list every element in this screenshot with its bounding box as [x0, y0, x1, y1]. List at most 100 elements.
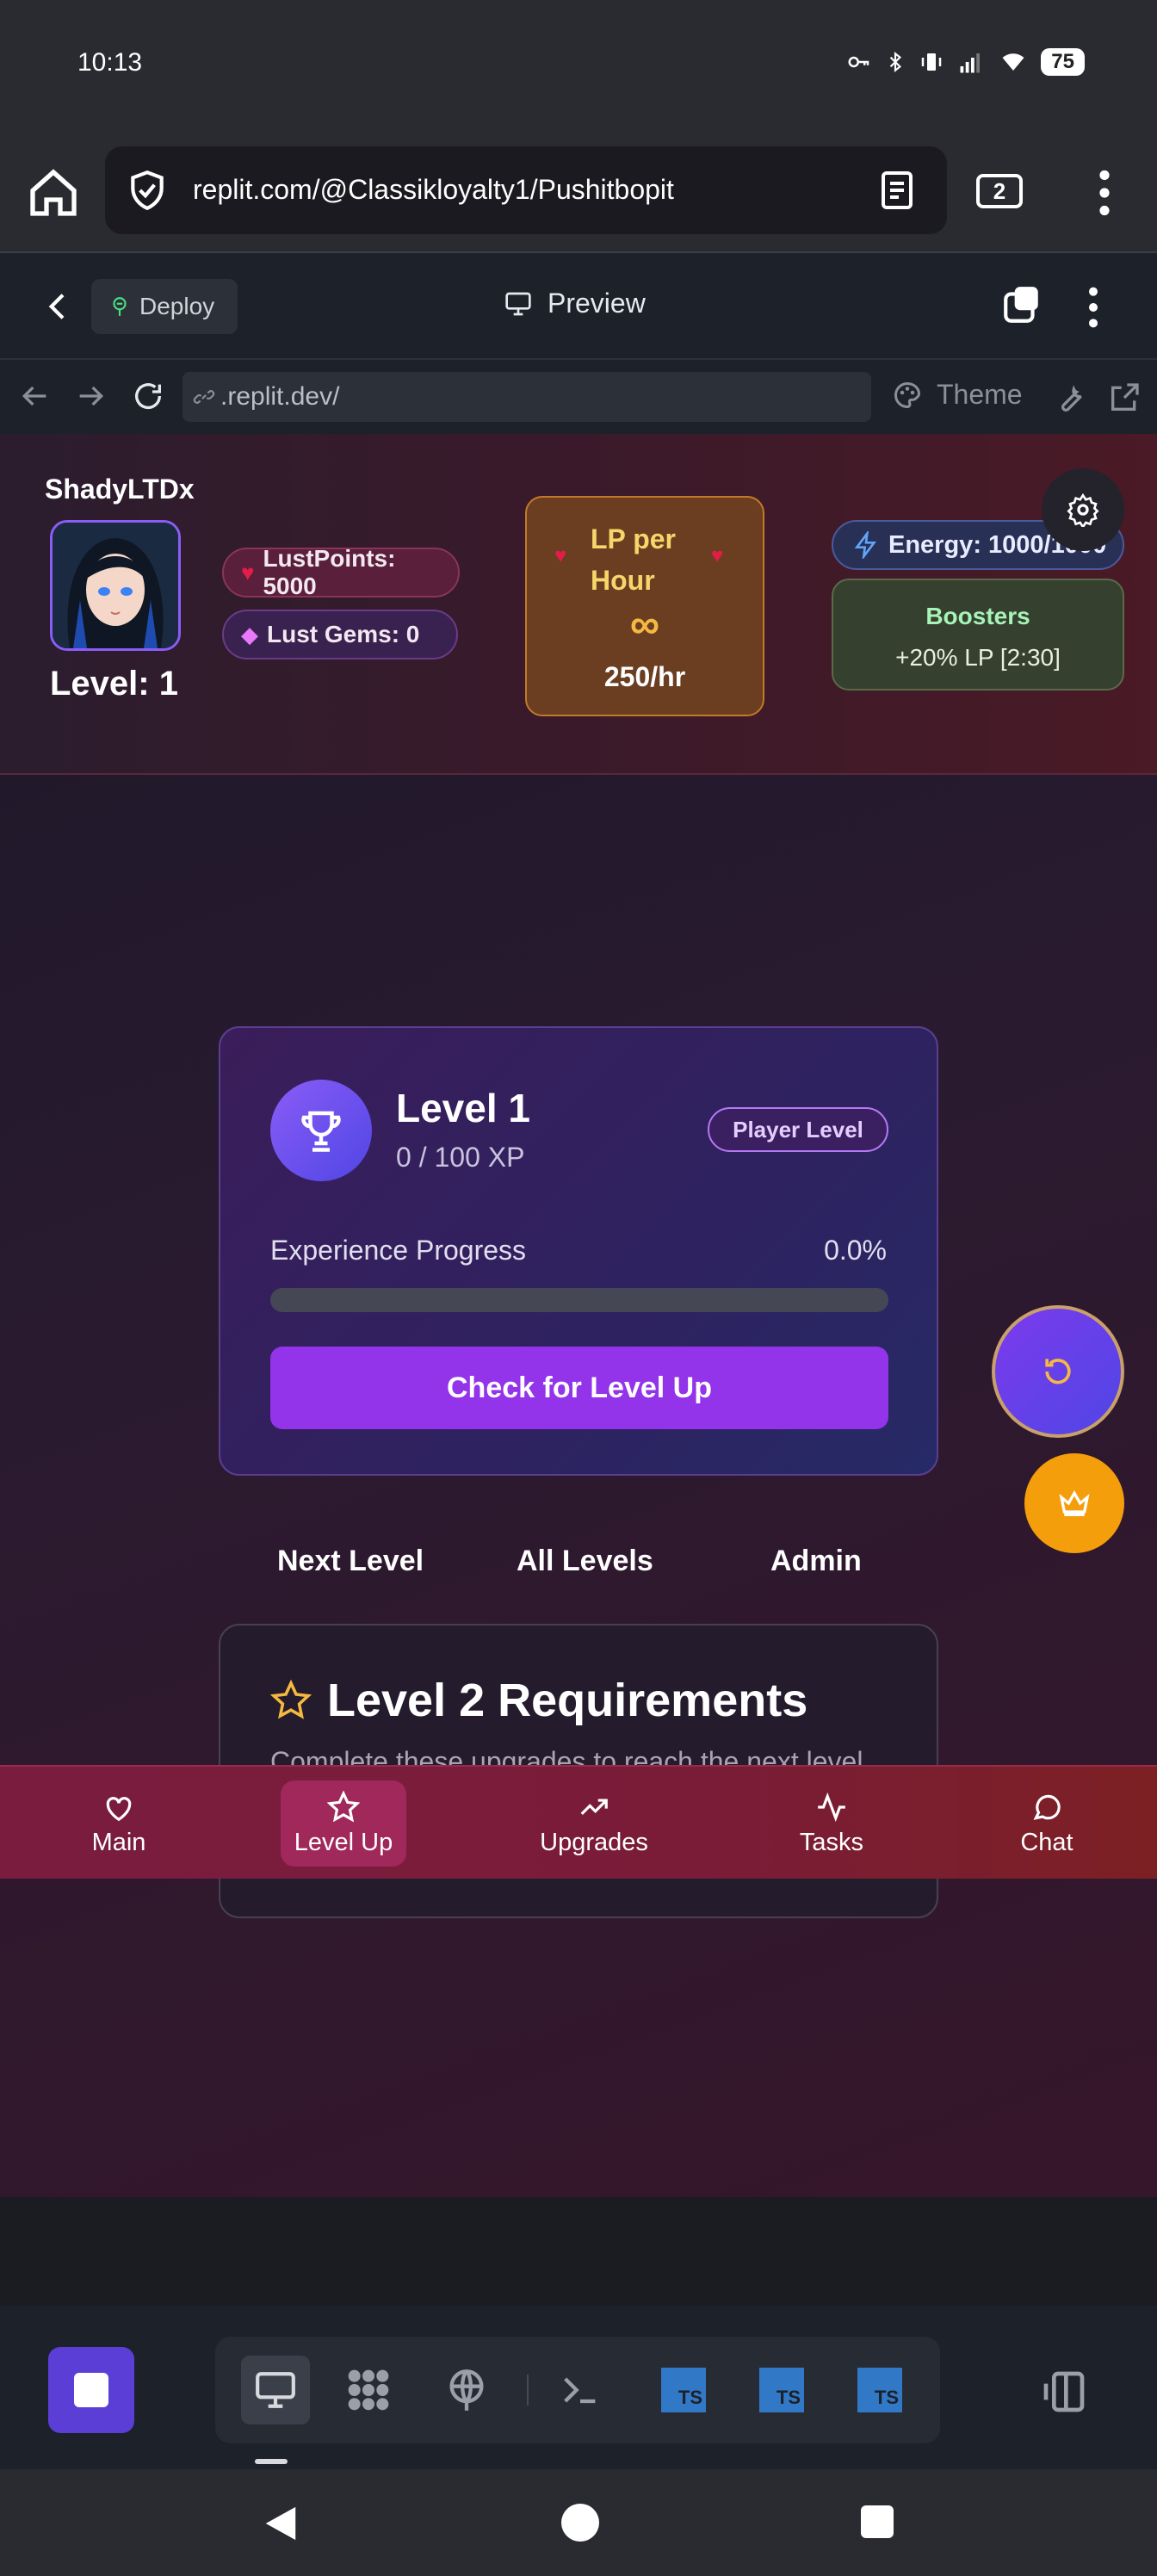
infinity-symbol: ∞	[629, 602, 660, 647]
forward-arrow-icon[interactable]	[74, 379, 108, 413]
recents-square-icon[interactable]	[861, 2505, 894, 2538]
status-time: 10:13	[77, 48, 143, 77]
dock-separator	[527, 2375, 529, 2406]
nav-label: Level Up	[294, 1828, 393, 1856]
tab-switcher-button[interactable]: 2	[976, 174, 1023, 208]
nav-tasks[interactable]: Tasks	[789, 1780, 875, 1867]
chevron-left-icon[interactable]	[41, 288, 76, 325]
webview-tool[interactable]	[241, 2356, 310, 2424]
shield-check-icon[interactable]	[126, 169, 169, 212]
url-text[interactable]: replit.com/@Classikloyalty1/Pushitbopit	[193, 174, 674, 206]
monitor-icon	[256, 2372, 295, 2408]
typescript-icon: TS	[661, 2368, 706, 2412]
nav-main[interactable]: Main	[74, 1780, 164, 1867]
apps-tool[interactable]	[341, 2362, 396, 2418]
bottom-navigation: Main Level Up Upgrades Tasks Chat	[0, 1765, 1157, 1879]
theme-button[interactable]: Theme	[892, 379, 1023, 411]
home-circle-icon[interactable]	[561, 2504, 599, 2542]
nav-chat[interactable]: Chat	[1004, 1780, 1090, 1867]
globe-icon	[449, 2369, 484, 2411]
heart-icon: ♥	[554, 544, 567, 567]
lp-per-hour-title: LP per Hour	[591, 523, 676, 596]
bluetooth-icon	[890, 51, 902, 73]
external-link-icon[interactable]	[1107, 381, 1142, 415]
settings-button[interactable]	[1042, 468, 1124, 551]
tab-admin[interactable]: Admin	[770, 1545, 862, 1578]
experience-progress-bar	[270, 1288, 888, 1312]
trophy-icon	[301, 1111, 341, 1152]
lp-per-hour-card: ♥ LP per Hour ♥ ∞ 250/hr	[525, 496, 764, 716]
nav-level-up[interactable]: Level Up	[281, 1780, 406, 1867]
deployments-tool[interactable]	[439, 2362, 494, 2418]
preview-label: Preview	[548, 288, 646, 319]
wrench-icon[interactable]	[1054, 381, 1088, 415]
back-arrow-icon[interactable]	[17, 379, 52, 413]
heart-gem-icon: ♥	[241, 559, 255, 585]
ts-file-tool[interactable]: TS	[754, 2362, 809, 2418]
side-panel-icon[interactable]	[1040, 2368, 1088, 2416]
panes-icon[interactable]	[1000, 282, 1043, 327]
lp-rate: 250/hr	[603, 661, 686, 692]
reader-mode-icon[interactable]	[876, 169, 918, 212]
replit-dock: TS TS TS	[0, 2306, 1157, 2469]
ts-file-tool[interactable]: TS	[656, 2362, 711, 2418]
refresh-button[interactable]	[992, 1305, 1124, 1438]
star-icon	[327, 1790, 360, 1822]
ts-file-tool[interactable]: TS	[852, 2362, 907, 2418]
tab-next-level[interactable]: Next Level	[277, 1545, 424, 1578]
activity-icon	[818, 1792, 845, 1822]
preview-address-text[interactable]: .replit.dev/	[220, 382, 339, 412]
check-level-up-button[interactable]: Check for Level Up	[270, 1347, 888, 1429]
vibrate-icon	[922, 53, 942, 71]
player-level-label: Level: 1	[50, 665, 178, 703]
username: ShadyLTDx	[45, 474, 195, 505]
replit-menu-icon[interactable]	[1085, 286, 1102, 329]
player-level-badge: Player Level	[708, 1107, 888, 1152]
heart-icon	[106, 1796, 132, 1821]
requirements-title: Level 2 Requirements	[327, 1675, 808, 1726]
terminal-icon	[564, 2377, 596, 2404]
nav-upgrades[interactable]: Upgrades	[534, 1780, 654, 1867]
tab-all-levels[interactable]: All Levels	[517, 1545, 653, 1578]
preview-address-bar[interactable]: .replit.dev/	[183, 372, 871, 422]
player-header: ShadyLTDx Level: 1 ♥ LustPoints: 5000 ◆ …	[0, 434, 1157, 775]
gear-icon	[1067, 492, 1099, 527]
lust-points-text: LustPoints: 5000	[263, 545, 396, 599]
chat-icon	[1033, 1794, 1061, 1820]
browser-menu-icon[interactable]	[1092, 169, 1117, 217]
replit-header: Deploy Preview	[0, 253, 1157, 360]
browser-toolbar: replit.com/@Classikloyalty1/Pushitbopit …	[0, 129, 1157, 253]
preview-navbar: .replit.dev/ Theme	[0, 360, 1157, 434]
level-card: Level 1 0 / 100 XP Player Level Experien…	[219, 1026, 938, 1476]
xp-text: 0 / 100 XP	[396, 1142, 525, 1173]
nav-label: Upgrades	[540, 1828, 648, 1856]
stop-button[interactable]	[48, 2347, 134, 2433]
dock-tools: TS TS TS	[215, 2337, 940, 2443]
lust-points-badge: ♥ LustPoints: 5000	[222, 545, 460, 599]
reload-icon[interactable]	[131, 379, 165, 413]
crown-button[interactable]	[1024, 1453, 1124, 1553]
avatar[interactable]	[50, 520, 181, 651]
lightning-icon	[854, 531, 876, 559]
signal-icon	[960, 53, 981, 73]
boosters-card[interactable]: Boosters +20% LP [2:30]	[832, 579, 1124, 690]
active-indicator	[255, 2459, 288, 2464]
deploy-label: Deploy	[139, 293, 215, 319]
heart-icon: ♥	[711, 544, 724, 567]
home-icon[interactable]	[26, 165, 81, 220]
lust-gems-text: Lust Gems: 0	[267, 621, 420, 647]
app-viewport: ShadyLTDx Level: 1 ♥ LustPoints: 5000 ◆ …	[0, 434, 1157, 2197]
typescript-icon: TS	[759, 2368, 804, 2412]
stop-icon	[74, 2373, 108, 2407]
status-icons: 75	[846, 48, 1085, 76]
boosters-title: Boosters	[925, 603, 1030, 629]
palette-icon	[894, 381, 921, 408]
crown-icon	[1059, 1489, 1090, 1516]
boosters-value: +20% LP [2:30]	[895, 644, 1061, 671]
experience-progress-label: Experience Progress	[270, 1235, 527, 1266]
url-bar[interactable]: replit.com/@Classikloyalty1/Pushitbopit	[105, 146, 947, 234]
level-card-title: Level 1	[396, 1086, 530, 1130]
back-triangle-icon[interactable]	[262, 2504, 300, 2543]
shell-tool[interactable]	[553, 2362, 608, 2418]
deploy-button[interactable]: Deploy	[91, 279, 238, 334]
